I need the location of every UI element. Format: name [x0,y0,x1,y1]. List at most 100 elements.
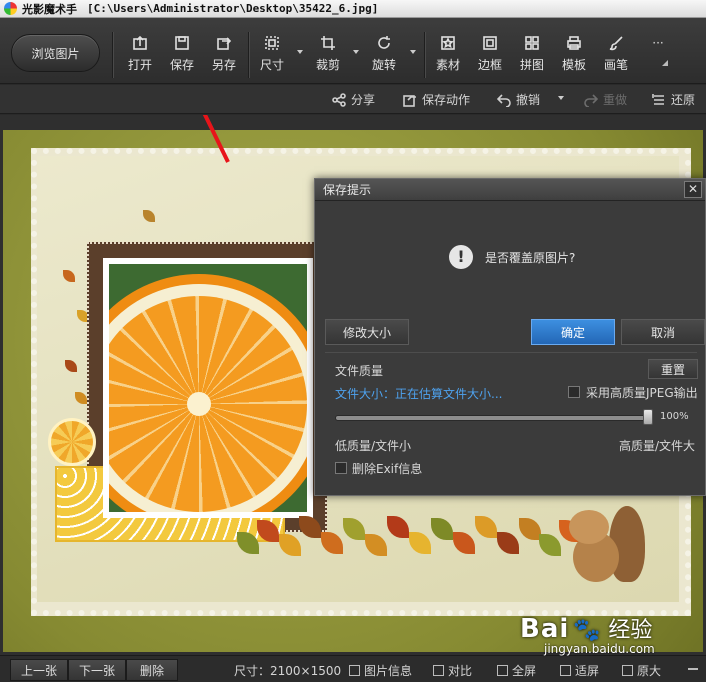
collage-icon [523,34,541,52]
undo-button[interactable]: 撤销 [497,91,540,108]
rotate-label: 旋转 [371,58,396,72]
resize-dropdown-icon[interactable] [297,50,303,54]
quality-percent: 100% [660,411,689,422]
save-as-button[interactable]: 另存 [206,34,242,74]
material-button[interactable]: 素材 [430,34,466,74]
more-tools-button[interactable]: ··· [640,34,676,74]
high-quality-label: 高质量/文件大 [619,439,696,453]
redo-icon [584,93,598,107]
orange-slice [109,274,307,512]
title-bar: 光影魔术手 [C:\Users\Administrator\Desktop\35… [0,0,706,18]
app-name: 光影魔术手 [22,2,77,16]
material-icon [439,34,457,52]
dialog-title-bar: 保存提示 ✕ [315,179,705,201]
browse-images-button[interactable]: 浏览图片 [11,34,100,72]
image-info-label: 图片信息 [364,664,413,678]
collage-button[interactable]: 拼图 [514,34,550,74]
open-button[interactable]: 打开 [122,34,158,74]
squirrel-decoration [569,506,645,588]
save-label: 保存 [169,58,194,72]
collage-label: 拼图 [519,58,544,72]
next-button[interactable]: 下一张 [68,659,126,681]
watermark-brand-cn: 经验 [608,618,653,643]
previous-button[interactable]: 上一张 [10,659,68,681]
compare-label: 对比 [448,664,473,678]
remove-exif-label: 删除Exif信息 [352,462,423,476]
high-quality-jpeg-label: 采用高质量JPEG输出 [586,386,698,400]
close-icon[interactable]: ✕ [684,181,702,198]
share-button[interactable]: 分享 [332,91,375,108]
toolbar-divider [424,32,425,78]
baidu-watermark: Bai 🐾 经验 jingyan.baidu.com [520,612,700,678]
image-size: 尺寸：2100×1500 [234,664,342,678]
open-label: 打开 [127,58,152,72]
paw-icon: 🐾 [573,618,601,643]
restore-button[interactable]: 还原 [652,91,695,108]
save-action-button[interactable]: 保存动作 [403,91,470,108]
cancel-button[interactable]: 取消 [621,319,705,345]
share-label: 分享 [351,93,376,107]
file-path: [C:\Users\Administrator\Desktop\35422_6.… [87,2,379,15]
annotation-arrow-icon [202,115,230,163]
save-as-label: 另存 [211,58,236,72]
toolbar-divider [248,32,249,78]
undo-icon [497,93,511,107]
template-button[interactable]: 模板 [556,34,592,74]
brush-icon [607,34,625,52]
watermark-url: jingyan.baidu.com [544,642,655,656]
save-button[interactable]: 保存 [164,34,200,74]
rotate-dropdown-icon[interactable] [410,50,416,54]
more-icon: ··· [652,36,664,50]
flower-decoration [48,418,96,466]
autumn-leaves [233,498,583,578]
remove-exif-checkbox[interactable] [335,462,347,474]
resize-label: 尺寸 [259,58,284,72]
material-label: 素材 [435,58,460,72]
quality-slider[interactable] [335,415,653,421]
border-icon [481,34,499,52]
action-bar: 分享 保存动作 撤销 重做 还原 [0,85,706,114]
ok-button[interactable]: 确定 [531,319,615,345]
resize-button[interactable]: 尺寸 [254,34,290,74]
redo-button[interactable]: 重做 [584,91,627,108]
template-icon [565,34,583,52]
redo-label: 重做 [603,93,628,107]
share-icon [332,92,346,107]
border-button[interactable]: 边框 [472,34,508,74]
file-size-status: 文件大小：正在估算文件大小... [335,387,503,401]
main-toolbar: 浏览图片 打开 保存 另存 尺寸 裁剪 旋转 素材 边框 拼图 模板 画笔 ··… [0,18,706,84]
dialog-title: 保存提示 [323,183,372,197]
undo-dropdown-icon[interactable] [558,96,564,100]
delete-button[interactable]: 删除 [126,659,178,681]
resize-icon [263,34,281,52]
brush-button[interactable]: 画笔 [598,34,634,74]
crop-label: 裁剪 [315,58,340,72]
app-logo-icon [4,2,17,15]
image-info-button[interactable]: 图片信息 [349,662,412,679]
restore-label: 还原 [671,93,696,107]
low-quality-label: 低质量/文件小 [335,439,412,453]
compare-button[interactable]: 对比 [433,662,472,679]
resize-size-button[interactable]: 修改大小 [325,319,409,345]
watermark-brand: Bai [520,614,570,644]
crop-dropdown-icon[interactable] [353,50,359,54]
save-action-icon [403,94,416,107]
crop-icon [319,34,337,52]
compare-icon [433,665,444,676]
save-action-label: 保存动作 [422,93,471,107]
expand-corner-icon[interactable] [662,60,668,66]
crop-button[interactable]: 裁剪 [310,34,346,74]
dialog-message: ! 是否覆盖原图片? [449,245,575,269]
dialog-message-text: 是否覆盖原图片? [485,250,576,265]
template-label: 模板 [561,58,586,72]
toolbar-divider [112,32,113,78]
rotate-button[interactable]: 旋转 [366,34,402,74]
high-quality-jpeg-checkbox[interactable] [568,386,580,398]
reset-button[interactable]: 重置 [648,359,698,379]
save-as-icon [215,34,233,52]
orange-photo [103,258,313,518]
image-info-icon [349,665,360,676]
save-icon [173,34,191,52]
rotate-icon [375,34,393,52]
quality-slider-thumb[interactable] [643,409,653,425]
